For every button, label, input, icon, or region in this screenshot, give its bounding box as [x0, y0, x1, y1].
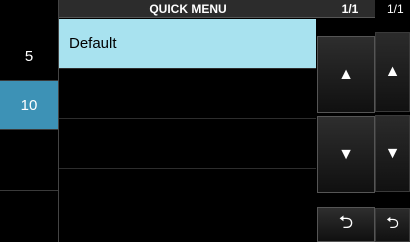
- background-up-button[interactable]: ▲: [375, 32, 410, 112]
- menu-item-label: Default: [69, 35, 117, 52]
- menu-item[interactable]: [59, 69, 316, 119]
- back-arrow-icon: ⮌: [338, 211, 354, 232]
- scroll-up-button[interactable]: ▲: [317, 36, 375, 113]
- dialog-title: QUICK MENU: [149, 2, 227, 16]
- up-arrow-icon: ▲: [338, 65, 354, 83]
- menu-item[interactable]: [59, 169, 316, 242]
- page-indicator: 1/1: [341, 2, 359, 16]
- background-page-indicator: 1/1: [387, 2, 404, 16]
- back-arrow-icon: ⮌: [386, 214, 399, 232]
- up-arrow-icon: ▲: [384, 63, 401, 80]
- background-list-item[interactable]: [0, 191, 58, 239]
- back-button[interactable]: ⮌: [317, 207, 375, 242]
- background-down-button[interactable]: ▼: [375, 115, 410, 192]
- background-list-item[interactable]: [0, 130, 58, 178]
- background-back-button[interactable]: ⮌: [375, 208, 410, 242]
- down-arrow-icon: ▼: [338, 145, 354, 163]
- menu-item[interactable]: [59, 119, 316, 169]
- scroll-down-button[interactable]: ▼: [317, 116, 375, 193]
- quick-menu-list: Default: [59, 19, 316, 242]
- background-list-item[interactable]: 5: [0, 32, 58, 80]
- quick-menu-dialog: QUICK MENU 1/1 Default ▲ ▼ ⮌: [58, 0, 375, 242]
- background-list-item-selected[interactable]: 10: [0, 81, 58, 129]
- menu-item-default[interactable]: Default: [59, 19, 316, 69]
- down-arrow-icon: ▼: [384, 144, 401, 162]
